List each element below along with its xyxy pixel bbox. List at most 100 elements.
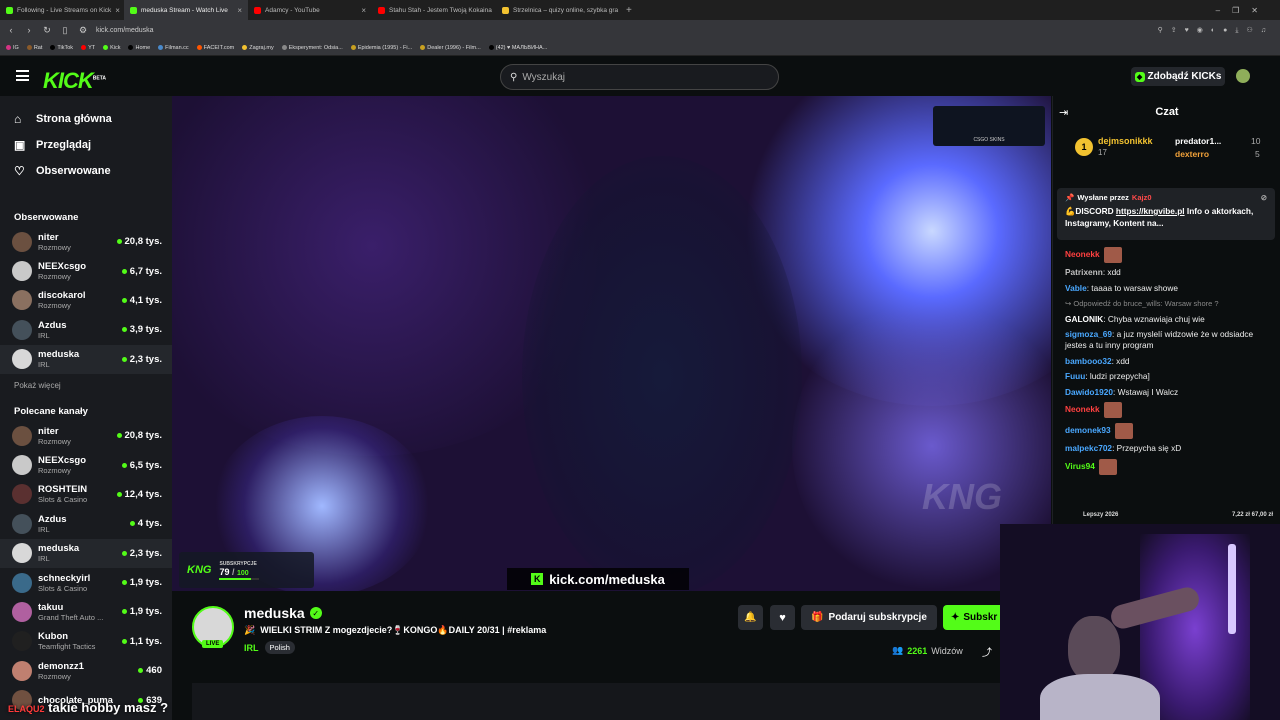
leader-2-count: 10: [1251, 136, 1261, 146]
channel-avatar: [12, 425, 32, 446]
chat-username[interactable]: Vable: [1065, 283, 1087, 293]
menu-icon[interactable]: [16, 70, 29, 81]
sidebar-channel[interactable]: niter Rozmowy 20,8 tys.: [0, 421, 172, 450]
browser-tab[interactable]: Strzelnica – quizy online, szybka gra×: [496, 0, 620, 20]
sidebar-nav-item[interactable]: ♡ Obserwowane: [0, 158, 172, 184]
channel-name: discokarol: [38, 290, 86, 302]
bookmark-item[interactable]: Home: [128, 45, 150, 51]
chat-username[interactable]: Neonekk: [1065, 249, 1100, 259]
leader-3-name[interactable]: dexterro: [1175, 149, 1209, 159]
sidebar-channel[interactable]: ROSHTEIN Slots & Casino 12,4 tys.: [0, 480, 172, 509]
chat-username[interactable]: bambooo32: [1065, 356, 1112, 366]
emote-icon: [1103, 246, 1122, 263]
video-player[interactable]: CSGO SKINS KNG KNG SUBSKRYPCJE 79 / 100 …: [172, 96, 1051, 591]
follow-button[interactable]: ♥: [770, 605, 795, 630]
show-more-link[interactable]: Pokaż więcej: [0, 381, 172, 390]
bookmark-icon: [281, 45, 287, 50]
tab-favicon-icon: [502, 6, 509, 14]
tab-favicon-icon: [130, 6, 137, 14]
chat-username[interactable]: GALONIK: [1065, 314, 1103, 324]
sidebar-channel[interactable]: NEEXcsgo Rozmowy 6,5 tys.: [0, 450, 172, 479]
browser-tab[interactable]: Adamcy - YouTube ×: [248, 0, 372, 20]
search-box[interactable]: ⚲ Wyszukaj: [500, 64, 779, 90]
bookmark-item[interactable]: Kick: [103, 45, 120, 51]
tab-close-icon[interactable]: ×: [361, 6, 366, 15]
bookmark-item[interactable]: Filman.cc: [158, 45, 189, 51]
sidebar-channel[interactable]: Kubon Teamfight Tactics 1,1 tys.: [0, 627, 172, 656]
extension-icons[interactable]: ⚲⇪♥◉◐●⤓⚇♫: [1158, 26, 1274, 35]
chat-username[interactable]: demonek93: [1065, 425, 1111, 435]
sidebar-nav-label: Obserwowane: [36, 165, 111, 177]
new-tab-button[interactable]: +: [626, 5, 632, 16]
channel-avatar: [12, 290, 32, 311]
reload-icon[interactable]: ↻: [42, 25, 52, 36]
chat-username[interactable]: Neonekk: [1065, 404, 1100, 414]
sidebar-channel[interactable]: takuu Grand Theft Auto ... 1,9 tys.: [0, 597, 172, 626]
bookmark-item[interactable]: Zagraj.my: [242, 45, 274, 51]
channel-viewers: 1,9 tys.: [129, 577, 162, 589]
pinned-message[interactable]: 📌 Wysłane przez Kajz0 ⊘ 💪DISCORD https:/…: [1057, 188, 1275, 240]
forward-icon[interactable]: ›: [24, 25, 34, 35]
tab-title: Strzelnica – quizy online, szybka gra: [513, 6, 619, 14]
kick-logo[interactable]: KICKBETA: [43, 68, 106, 94]
tab-close-icon[interactable]: ×: [237, 6, 242, 15]
pinned-link[interactable]: https://kngvibe.pl: [1116, 206, 1185, 216]
sidebar-channel[interactable]: meduska IRL 2,3 tys.: [0, 538, 172, 568]
chat-username[interactable]: Fuuu: [1065, 371, 1085, 381]
language-tag[interactable]: Polish: [264, 641, 295, 654]
tab-title: Stahu Stah - Jestem Twoją Kokaina: [389, 6, 492, 14]
viewers-label: Widzów: [931, 645, 963, 656]
tab-close-icon[interactable]: ×: [115, 6, 120, 15]
live-dot-icon: [121, 609, 127, 615]
chat-username[interactable]: Virus94: [1065, 461, 1095, 471]
unpin-icon[interactable]: ⊘: [1261, 193, 1267, 202]
sidebar-channel[interactable]: meduska IRL 2,3 tys.: [0, 344, 172, 374]
sidebar-channel[interactable]: demonzz1 Rozmowy 460: [0, 656, 172, 685]
get-kicks-button[interactable]: ◆ Zdobądź KICKs: [1131, 67, 1225, 86]
bookmark-item[interactable]: YT: [81, 45, 95, 51]
chat-panel: ⇥ Czat 1 dejmsonikkk 17 predator1... 10 …: [1052, 96, 1280, 526]
chat-username[interactable]: sigmoza_69: [1065, 329, 1112, 339]
bookmark-icon: [242, 45, 248, 50]
bookmark-item[interactable]: Eksperyment: Odsia...: [281, 45, 343, 51]
leader-3-count: 5: [1255, 149, 1260, 159]
bookmark-item[interactable]: Epidemia (1995) - Fi...: [350, 45, 412, 51]
window-controls[interactable]: –❐✕: [1216, 6, 1280, 15]
leader-1-name[interactable]: dejmsonikkk: [1098, 136, 1153, 146]
bookmark-page-icon[interactable]: ▯: [60, 25, 70, 36]
chat-message: Fuuu: ludzi przepycha]: [1053, 371, 1280, 382]
bookmark-item[interactable]: FACEIT.com: [196, 45, 234, 51]
bookmark-item[interactable]: TikTok: [50, 45, 73, 51]
browser-tab[interactable]: Stahu Stah - Jestem Twoją Kokaina×: [372, 0, 496, 20]
sidebar-channel[interactable]: NEEXcsgo Rozmowy 6,7 tys.: [0, 256, 172, 285]
streamer-name[interactable]: meduska: [244, 605, 305, 621]
url-field[interactable]: kick.com/meduska: [96, 27, 1150, 34]
chat-username[interactable]: Dawido1920: [1065, 387, 1113, 397]
bookmark-item[interactable]: Dealer (1996) - Film...: [420, 45, 481, 51]
leader-2-name[interactable]: predator1...: [1175, 136, 1221, 146]
sidebar: ⌂ Strona główna ▣ Przeglądaj ♡ Obserwowane Ob…: [0, 96, 172, 720]
sidebar-channel[interactable]: niter Rozmowy 20,8 tys.: [0, 227, 172, 256]
sidebar-channel[interactable]: schneckyirl Slots & Casino 1,9 tys.: [0, 568, 172, 597]
notify-button[interactable]: 🔔: [738, 605, 763, 630]
site-info-icon[interactable]: ⚙: [78, 25, 88, 36]
bookmark-item[interactable]: (42) ♥ МАЛЬВИНА...: [488, 45, 547, 51]
sidebar-channel[interactable]: Azdus IRL 4 tys.: [0, 509, 172, 538]
chat-text: : taaaa to warsaw showe: [1086, 282, 1179, 293]
user-avatar[interactable]: [1236, 69, 1250, 83]
category-link[interactable]: IRL: [244, 643, 259, 653]
bookmark-item[interactable]: Rat: [26, 45, 42, 51]
sidebar-channel[interactable]: discokarol Rozmowy 4,1 tys.: [0, 286, 172, 315]
bookmark-item[interactable]: IG: [6, 45, 19, 51]
chat-username[interactable]: Patrixenn: [1065, 267, 1103, 277]
chat-username[interactable]: malpekc702: [1065, 443, 1112, 453]
gift-sub-button[interactable]: 🎁 Podaruj subskrypcje: [801, 605, 937, 630]
sidebar-nav-item[interactable]: ▣ Przeglądaj: [0, 132, 172, 158]
browser-tab[interactable]: meduska Stream - Watch Live ×: [124, 0, 248, 20]
sidebar-nav-item[interactable]: ⌂ Strona główna: [0, 106, 172, 132]
browser-tab[interactable]: Following - Live Streams on Kick ×: [0, 0, 124, 20]
sidebar-channel[interactable]: Azdus IRL 3,9 tys.: [0, 315, 172, 344]
back-icon[interactable]: ‹: [6, 25, 16, 35]
channel-avatar: [12, 349, 32, 370]
share-icon[interactable]: ⤴: [982, 644, 992, 659]
